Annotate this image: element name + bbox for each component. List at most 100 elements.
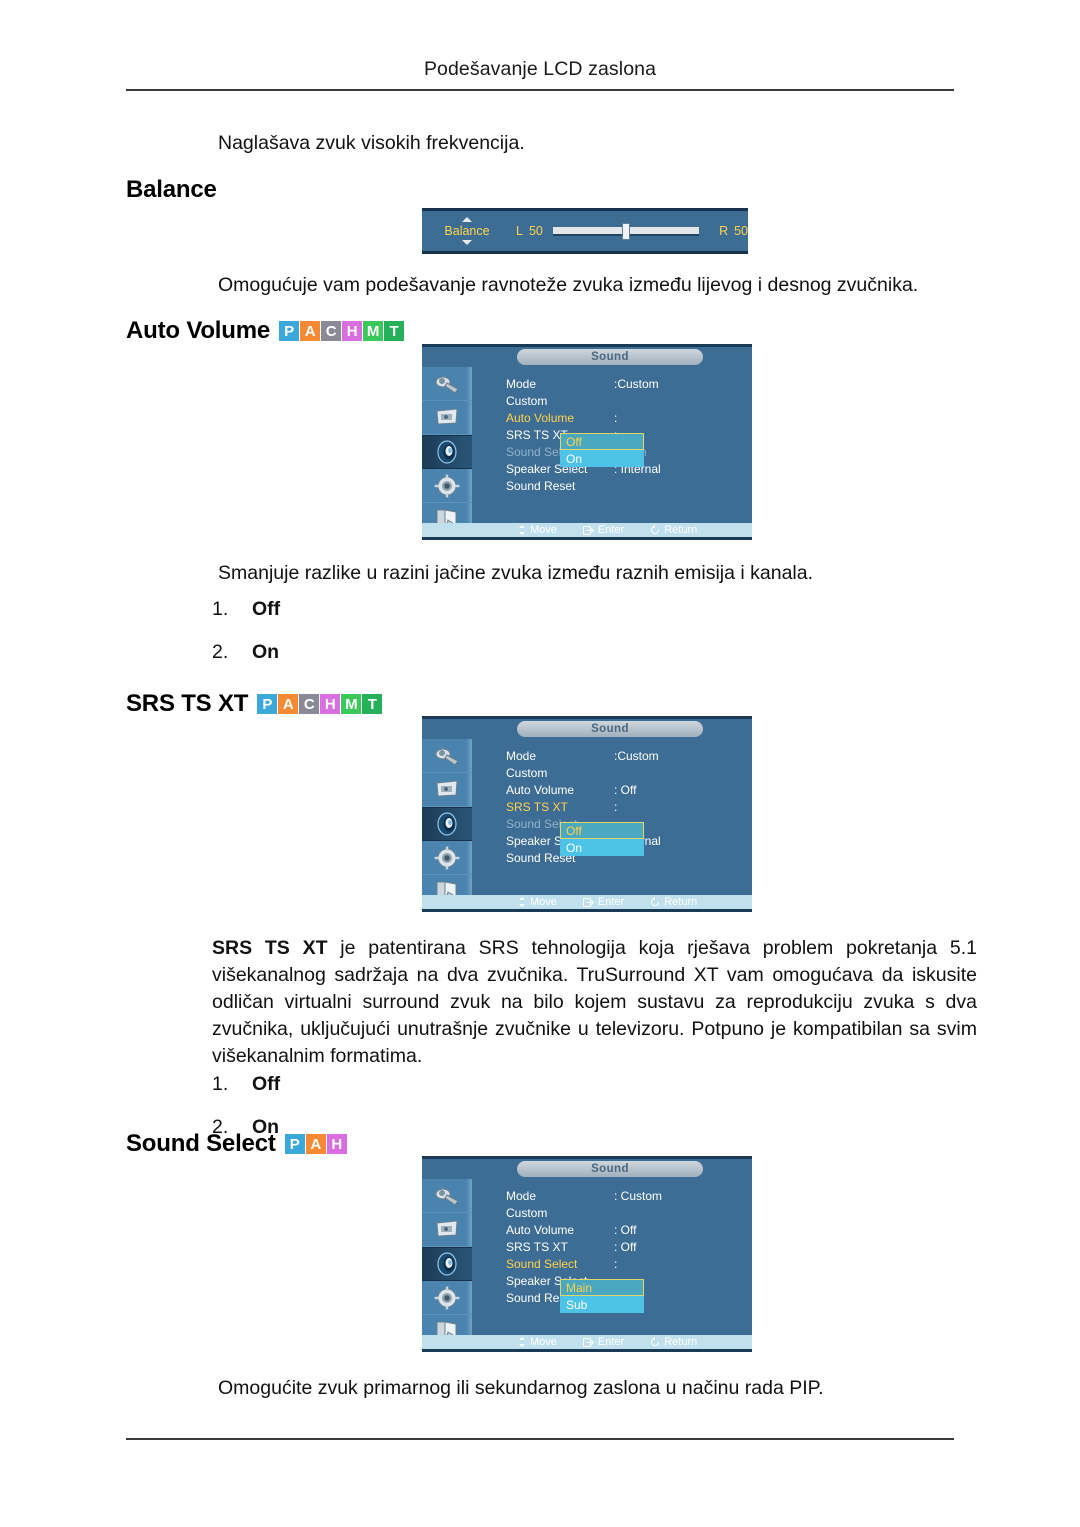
osd-menu-item-value: : Off [614, 1239, 637, 1254]
osd-sidebar-screen-icon[interactable] [422, 773, 472, 807]
manual-page: Podešavanje LCD zaslona Naglašava zvuk v… [0, 0, 1080, 1527]
updown-arrow-icon [518, 897, 526, 907]
osd-sound-select[interactable]: Sound Mode: Custom Custom Auto Volume : Off… [422, 1156, 752, 1352]
osd-menu-item[interactable]: Mode:Custom [506, 375, 752, 392]
option-label: On [252, 641, 280, 663]
osd-sidebar-setup-icon[interactable] [422, 841, 472, 875]
osd-dropdown-option[interactable]: Off [560, 433, 644, 450]
osd-menu-item[interactable]: Auto Volume: [506, 409, 752, 426]
heading-sound-select-label: Sound Select [126, 1130, 276, 1157]
osd-sidebar-picture-icon[interactable] [422, 1179, 472, 1213]
osd-sidebar-picture-icon[interactable] [422, 739, 472, 773]
balance-slider-handle[interactable] [621, 222, 630, 240]
badges-auto-volume: PACHMT [279, 321, 405, 341]
osd-menu-item-label: Auto Volume [506, 1222, 575, 1237]
osd-menu-item[interactable]: Custom [506, 392, 752, 409]
heading-balance-label: Balance [126, 176, 217, 203]
osd-footer-return: Return [650, 524, 697, 536]
option-label: Off [252, 598, 281, 620]
auto-volume-description: Smanjuje razlike u razini jačine zvuka i… [218, 562, 814, 584]
return-icon [650, 1337, 660, 1347]
osd-menu-item[interactable]: Auto Volume: Off [506, 781, 752, 798]
badge-h: H [342, 321, 363, 341]
osd-title: Sound [517, 721, 703, 737]
osd-sound-srs[interactable]: Sound Mode:Custom Custom Auto Volume: Off S… [422, 716, 752, 912]
osd-sidebar-setup-icon[interactable] [422, 1281, 472, 1315]
osd-menu-item[interactable]: SRS TS XT: [506, 798, 752, 815]
osd-menu-item[interactable]: SRS TS XT : Off [506, 1238, 752, 1255]
osd-menu-item-value: : [614, 410, 618, 425]
heading-srs-ts-xt-label: SRS TS XT [126, 690, 249, 717]
osd-sound-auto-volume[interactable]: Sound Mode:Custom Custom Auto Volume: SRS T… [422, 344, 752, 540]
osd-menu-item-value: : Custom [614, 1188, 663, 1203]
osd-footer-label: Enter [597, 896, 625, 908]
osd-dropdown-option[interactable]: On [560, 839, 644, 856]
osd-menu-item[interactable]: Mode: Custom [506, 1187, 752, 1204]
osd-footer-enter: Enter [582, 524, 624, 536]
osd-menu-item[interactable]: Sound Reset [506, 477, 752, 494]
osd-dropdown-option[interactable]: On [560, 450, 644, 467]
header-rule [126, 89, 954, 91]
osd-footer-label: Return [664, 1336, 698, 1348]
osd-sidebar-sound-icon[interactable] [422, 807, 472, 841]
heading-auto-volume-label: Auto Volume [126, 317, 271, 344]
osd-footer-return: Return [650, 896, 697, 908]
osd-dropdown-option[interactable]: Sub [560, 1296, 644, 1313]
osd-footer-move: Move [518, 1336, 557, 1348]
osd-sidebar[interactable] [422, 367, 472, 537]
osd-footer-enter: Enter [582, 1336, 624, 1348]
balance-osd-panel[interactable]: Balance L 50 R 50 [422, 208, 748, 254]
osd-menu-item-label: Custom [506, 393, 548, 408]
auto-volume-options: 1. Off 2. On [212, 598, 280, 684]
option-index: 1. [212, 1073, 229, 1095]
osd-title: Sound [517, 349, 703, 365]
enter-icon [582, 1337, 594, 1347]
osd-menu-item-value: : Off [614, 782, 637, 797]
osd-footer-label: Return [664, 896, 698, 908]
badge-h: H [320, 694, 341, 714]
osd-menu-item[interactable]: Mode:Custom [506, 747, 752, 764]
osd-menu-item[interactable]: Custom [506, 764, 752, 781]
osd-sidebar-sound-icon[interactable] [422, 1247, 472, 1281]
balance-right-value: 50 [734, 224, 748, 238]
triangle-up-icon[interactable] [462, 217, 472, 222]
heading-srs-ts-xt: SRS TS XT PACHMT [126, 690, 383, 718]
balance-arrows: Balance [436, 217, 498, 245]
osd-menu-item-value: : Off [614, 1222, 637, 1237]
osd-sidebar-sound-icon[interactable] [422, 435, 472, 469]
osd-menu-item[interactable]: Custom [506, 1204, 752, 1221]
osd-dropdown-sound-select[interactable]: Main Sub [560, 1279, 644, 1313]
enter-icon [582, 525, 594, 535]
osd-footer-label: Return [664, 524, 698, 536]
badge-t: T [362, 694, 383, 714]
srs-description-rest: je patentirana SRS tehnologija koja rješ… [212, 937, 977, 1067]
osd-menu-item[interactable]: Auto Volume : Off [506, 1221, 752, 1238]
osd-sidebar-setup-icon[interactable] [422, 469, 472, 503]
osd-sidebar[interactable] [422, 1179, 472, 1349]
osd-menu-item-label: SRS TS XT [506, 799, 568, 814]
osd-menu-item-value: :Custom [614, 376, 659, 391]
balance-left-label: L [516, 224, 523, 238]
option-row: 2. On [212, 641, 280, 664]
osd-menu-list: Mode:Custom Custom Auto Volume: Off SRS TS … [472, 739, 752, 895]
heading-auto-volume: Auto Volume PACHMT [126, 317, 405, 345]
osd-dropdown-option[interactable]: Off [560, 822, 644, 839]
osd-menu-item-label: SRS TS XT [506, 1239, 568, 1254]
triangle-down-icon[interactable] [462, 240, 472, 245]
osd-sidebar-picture-icon[interactable] [422, 367, 472, 401]
osd-sidebar[interactable] [422, 739, 472, 909]
osd-menu-item-label: Custom [506, 1205, 548, 1220]
osd-footer-enter: Enter [582, 896, 625, 908]
osd-sidebar-screen-icon[interactable] [422, 1213, 472, 1247]
osd-footer-move: Move [518, 524, 557, 536]
osd-dropdown-option[interactable]: Main [560, 1279, 644, 1296]
osd-dropdown-srs[interactable]: Off On [560, 822, 644, 856]
srs-description: SRS TS XT je patentirana SRS tehnologija… [212, 935, 977, 1070]
osd-titlebar: Sound [422, 1159, 752, 1179]
osd-sidebar-screen-icon[interactable] [422, 401, 472, 435]
balance-left-value: 50 [528, 224, 543, 238]
balance-slider-track[interactable] [552, 222, 700, 240]
heading-balance: Balance [126, 176, 217, 204]
osd-dropdown-auto-volume[interactable]: Off On [560, 433, 644, 467]
osd-menu-item[interactable]: Sound Select: [506, 1255, 752, 1272]
